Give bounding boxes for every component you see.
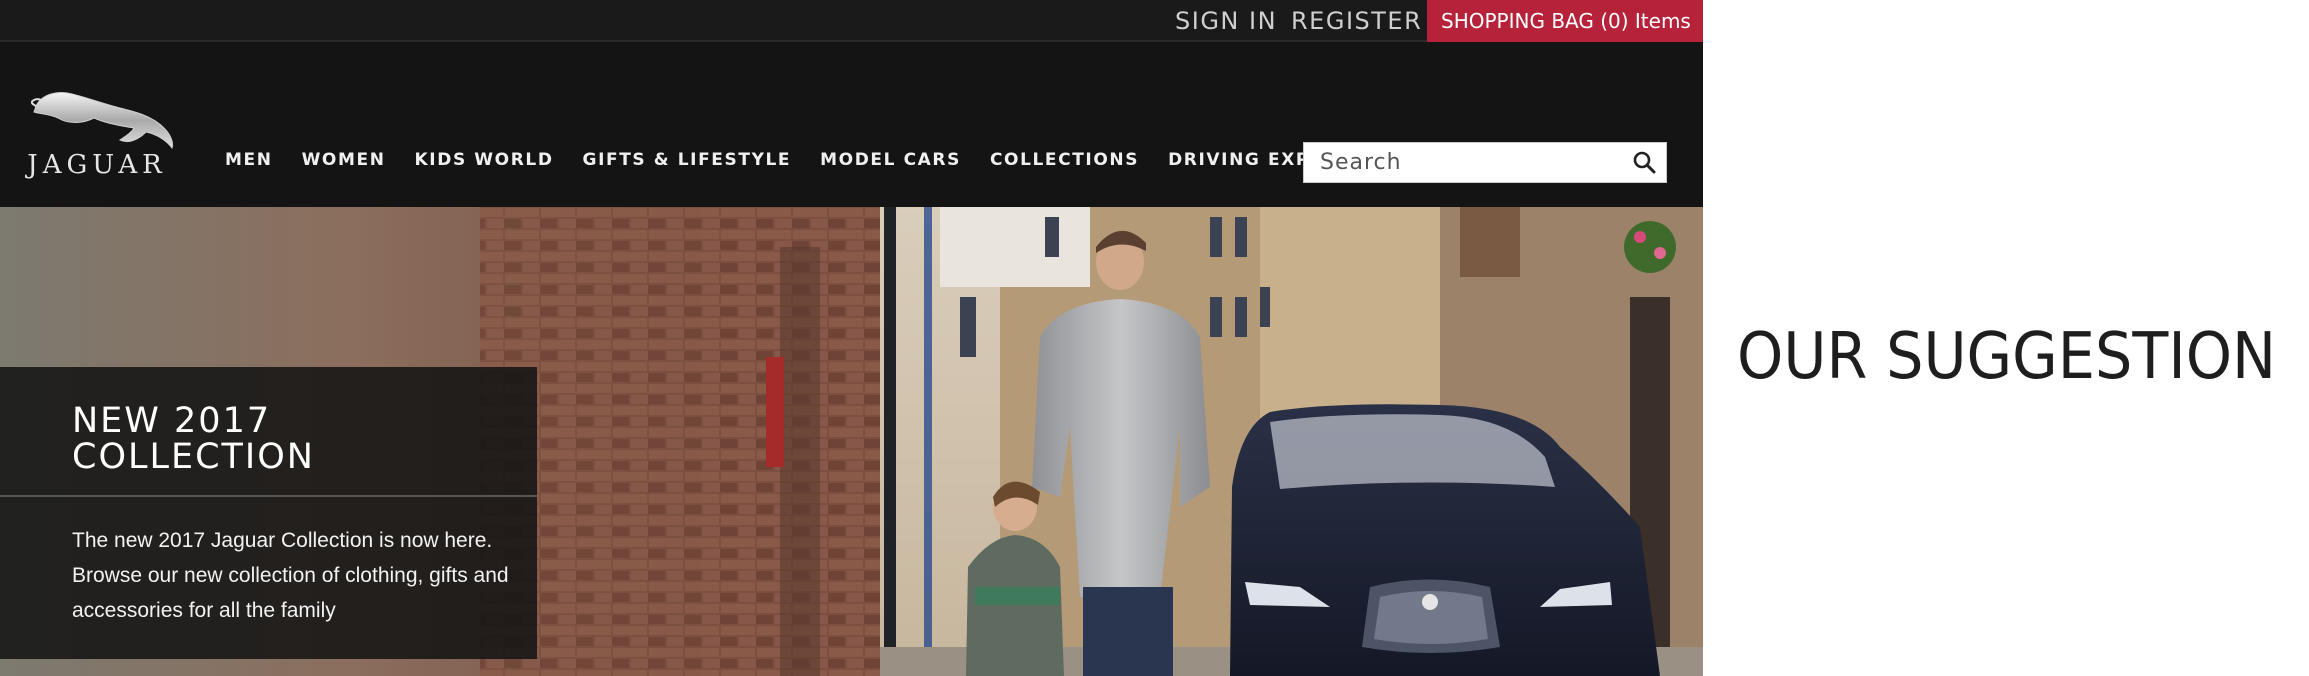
search-icon[interactable] — [1632, 150, 1656, 174]
nav-item-kids-world[interactable]: KIDS WORLD — [415, 150, 554, 170]
website-screenshot: SIGN IN REGISTER SHOPPING BAG (0) Items … — [0, 0, 1703, 676]
logo-wordmark: JAGUAR — [27, 150, 167, 180]
nav-item-model-cars[interactable]: MODEL CARS — [820, 150, 961, 170]
main-nav: MEN WOMEN KIDS WORLD GIFTS & LIFESTYLE M… — [225, 150, 1445, 170]
nav-item-collections[interactable]: COLLECTIONS — [990, 150, 1139, 170]
register-link[interactable]: REGISTER — [1291, 7, 1422, 35]
sign-in-link[interactable]: SIGN IN — [1175, 7, 1277, 35]
promo-title: NEW 2017 COLLECTION — [72, 401, 315, 477]
promo-panel[interactable]: NEW 2017 COLLECTION The new 2017 Jaguar … — [0, 367, 537, 659]
nav-item-men[interactable]: MEN — [225, 150, 273, 170]
suggestion-caption: OUR SUGGESTION — [1737, 320, 2277, 394]
promo-divider — [0, 495, 537, 497]
main-header: JAGUAR MEN WOMEN KIDS WORLD GIFTS & LIFE… — [0, 42, 1703, 207]
nav-item-women[interactable]: WOMEN — [302, 150, 386, 170]
hero-banner[interactable]: NEW 2017 COLLECTION The new 2017 Jaguar … — [0, 207, 1703, 676]
nav-item-gifts-lifestyle[interactable]: GIFTS & LIFESTYLE — [583, 150, 792, 170]
search-box — [1303, 142, 1667, 183]
promo-body: The new 2017 Jaguar Collection is now he… — [72, 529, 509, 622]
jaguar-leaper-icon — [30, 92, 173, 150]
jaguar-logo[interactable]: JAGUAR — [12, 80, 182, 200]
shopping-bag-button[interactable]: SHOPPING BAG (0) Items — [1427, 0, 1703, 42]
utility-bar: SIGN IN REGISTER SHOPPING BAG (0) Items — [0, 0, 1703, 42]
search-input[interactable] — [1304, 143, 1624, 182]
